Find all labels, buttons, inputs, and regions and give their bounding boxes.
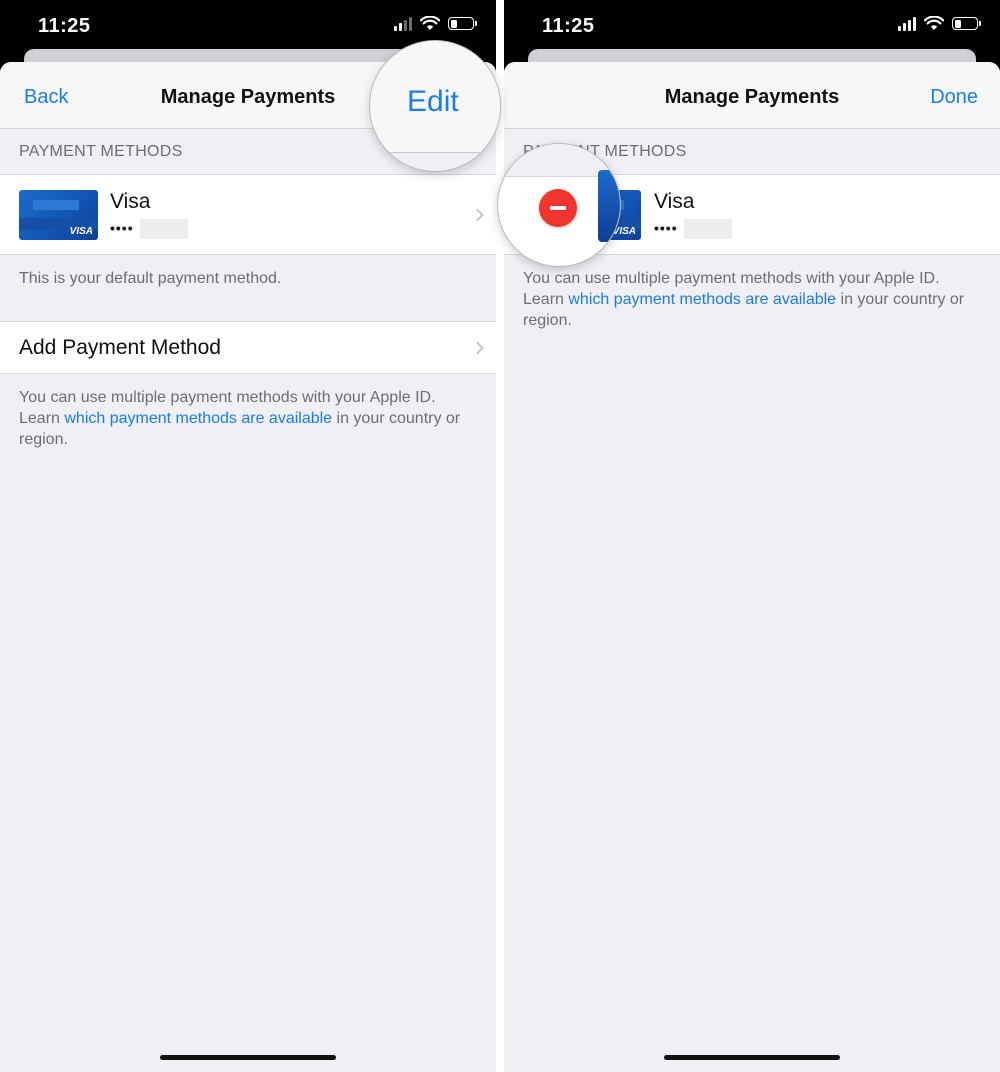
visa-logo: VISA [69, 226, 93, 237]
card-digits-redacted [684, 219, 732, 239]
default-payment-note: This is your default payment method. [19, 270, 282, 287]
card-digits-redacted [140, 219, 188, 239]
available-methods-link[interactable]: which payment methods are available [64, 410, 332, 427]
add-payment-method-label: Add Payment Method [19, 336, 221, 359]
available-methods-link[interactable]: which payment methods are available [568, 291, 836, 308]
status-icons [394, 16, 477, 31]
visa-card-image: VISA [19, 190, 98, 240]
card-name: Visa [654, 190, 695, 213]
battery-icon [448, 17, 477, 30]
wifi-icon [924, 16, 944, 30]
status-time: 11:25 [38, 15, 91, 37]
navigation-bar: Manage Payments Done [504, 62, 1000, 129]
cellular-signal-icon [394, 16, 412, 31]
manage-payments-sheet: Back Manage Payments PAYMENT METHODS VIS… [0, 62, 496, 1072]
page-title: Manage Payments [664, 86, 840, 108]
chevron-right-icon [471, 208, 484, 221]
cellular-signal-icon [898, 16, 916, 31]
minus-circle-icon[interactable] [539, 189, 577, 227]
card-name: Visa [110, 190, 151, 213]
payment-methods-footer: You can use multiple payment methods wit… [0, 374, 496, 450]
home-indicator[interactable] [160, 1055, 336, 1060]
chevron-right-icon [471, 341, 484, 354]
status-icons [898, 16, 981, 31]
delete-button-magnifier [497, 143, 621, 267]
card-masked-digits: •••• [110, 220, 134, 236]
status-time: 11:25 [542, 15, 595, 37]
home-indicator[interactable] [664, 1055, 840, 1060]
card-masked-digits: •••• [654, 220, 678, 236]
wifi-icon [420, 16, 440, 30]
edit-button[interactable]: Edit [407, 85, 459, 119]
done-button[interactable]: Done [930, 86, 978, 109]
status-bar: 11:25 [504, 0, 1000, 52]
payment-card-row[interactable]: VISA Visa •••• [0, 174, 496, 255]
payment-methods-footer: You can use multiple payment methods wit… [504, 255, 1000, 331]
battery-icon [952, 17, 981, 30]
add-payment-method-row[interactable]: Add Payment Method [0, 321, 496, 374]
edit-button-magnifier: Edit [369, 40, 501, 172]
visa-card-image-zoomed [598, 170, 620, 242]
